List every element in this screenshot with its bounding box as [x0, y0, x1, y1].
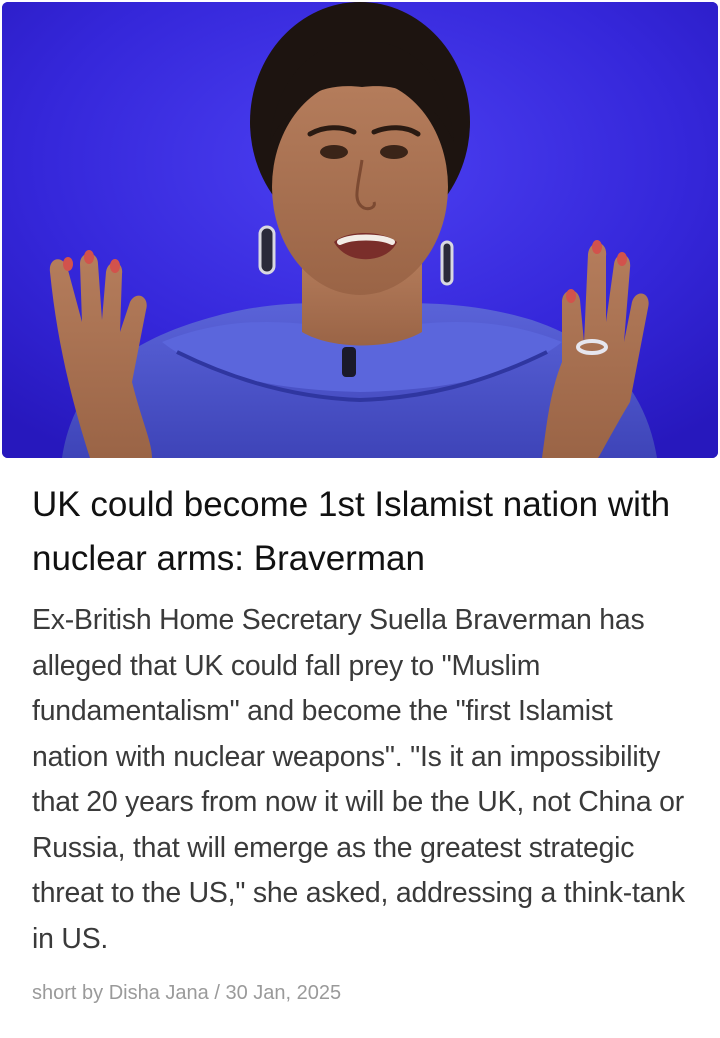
photo-illustration — [2, 2, 718, 458]
hero-image[interactable] — [2, 2, 718, 458]
byline-prefix: short by — [32, 982, 104, 1004]
news-card: UK could become 1st Islamist nation with… — [0, 0, 720, 1038]
byline: short by Disha Jana / 30 Jan, 2025 — [32, 979, 341, 1007]
author-name[interactable]: Disha Jana — [109, 982, 209, 1004]
article-body: Ex-British Home Secretary Suella Braverm… — [32, 604, 685, 955]
article-headline: UK could become 1st Islamist nation with… — [32, 485, 671, 578]
publish-date: 30 Jan, 2025 — [225, 982, 342, 1004]
byline-separator: / — [214, 982, 220, 1004]
